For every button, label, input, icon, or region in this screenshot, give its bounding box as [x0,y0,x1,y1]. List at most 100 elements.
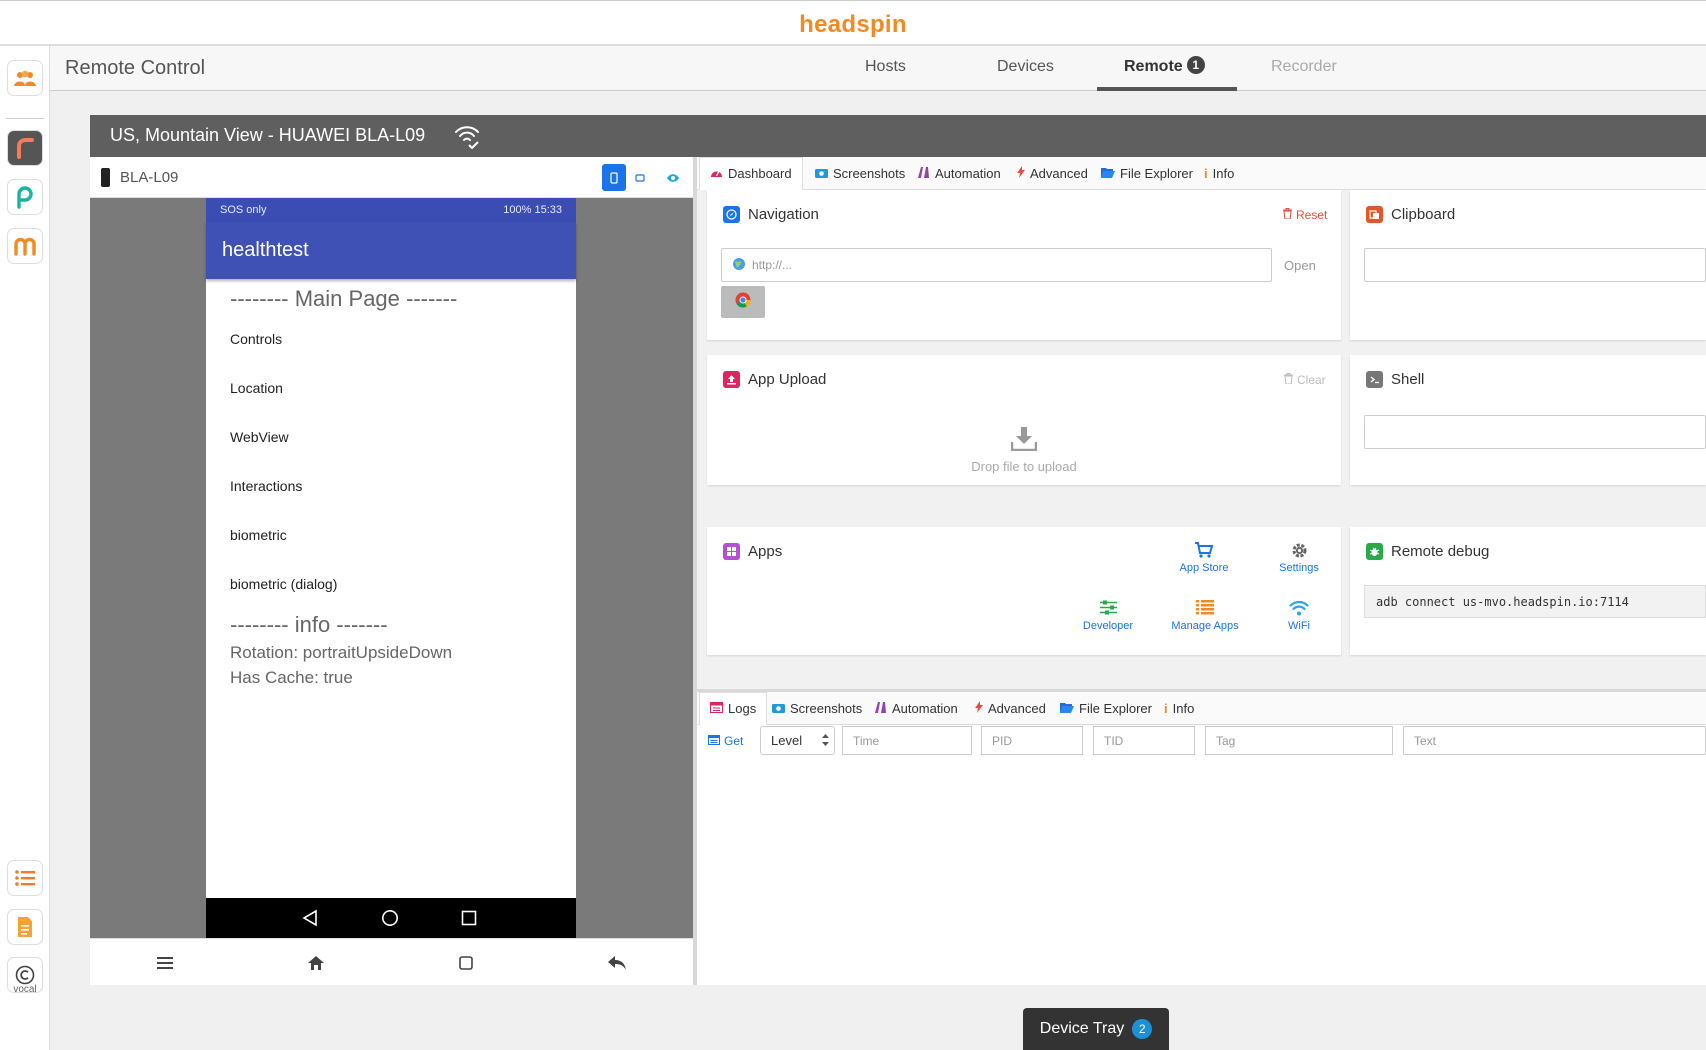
app-store-shortcut[interactable]: App Store [1159,542,1249,574]
log-camera-icon [772,701,785,716]
level-value: Level [771,733,803,748]
tab-dashboard[interactable]: Dashboard [699,157,803,190]
back-icon[interactable] [605,952,629,974]
settings-shortcut[interactable]: Settings [1254,542,1344,574]
tab-screenshots[interactable]: Screenshots [805,157,915,190]
time-filter-input[interactable]: Time [842,726,972,755]
tools-area: Dashboard Screenshots Automation Advance… [697,157,1706,985]
phone-app-title: healthtest [222,239,309,261]
bolt-icon [1017,166,1025,181]
cart-icon [1159,542,1249,560]
dashboard-tabs: Dashboard Screenshots Automation Advance… [697,157,1706,190]
clear-button[interactable]: Clear [1284,373,1326,387]
log-tab-info[interactable]: i Info [1154,692,1204,725]
select-arrows-icon [822,733,829,750]
phone-app-bar: healthtest [206,222,576,279]
tab-info[interactable]: i Info [1194,157,1244,190]
device-toolbar: BLA-L09 [90,157,693,198]
pid-filter-input[interactable]: PID [981,726,1083,755]
clipboard-input[interactable] [1364,248,1706,282]
url-placeholder: http://... [752,258,793,272]
manage-apps-shortcut[interactable]: Manage Apps [1160,600,1250,632]
reset-button[interactable]: Reset [1283,208,1327,222]
menu-icon[interactable] [153,952,177,974]
tab-logs[interactable]: Logs [699,692,768,725]
team-icon[interactable] [7,60,43,96]
log-automation-icon [874,701,887,716]
remote-count-badge: 1 [1186,56,1205,74]
eye-icon[interactable] [661,164,685,191]
menu-item-webview[interactable]: WebView [230,429,289,445]
device-screen[interactable]: SOS only 100% 15:33 healthtest -------- … [206,198,576,938]
developer-shortcut[interactable]: Developer [1063,600,1153,632]
menu-item-biometric-dialog[interactable]: biometric (dialog) [230,576,337,592]
wifi-shortcut[interactable]: WiFi [1254,600,1344,632]
menu-item-location[interactable]: Location [230,380,283,396]
chrome-button[interactable] [721,286,765,318]
shell-input[interactable] [1364,415,1706,449]
home-circle-icon[interactable] [381,909,399,932]
tab-automation[interactable]: Automation [907,157,1011,190]
log-bolt-icon [975,701,983,716]
home-icon[interactable] [304,952,328,974]
text-filter-input[interactable]: Text [1403,726,1706,755]
log-tab-file-explorer-label: File Explorer [1079,701,1152,716]
metrics-app-icon[interactable] [7,228,43,264]
landscape-view-button[interactable] [628,164,652,191]
status-right: 100% 15:33 [503,204,562,216]
overview-icon[interactable] [454,952,478,974]
navigation-title-label: Navigation [748,206,819,223]
tab-devices[interactable]: Devices [997,58,1054,76]
tab-advanced-label: Advanced [1030,166,1088,181]
performance-app-icon[interactable] [7,179,43,215]
tab-dashboard-label: Dashboard [728,166,792,181]
log-tab-automation[interactable]: Automation [864,692,968,725]
tab-file-explorer[interactable]: File Explorer [1091,157,1203,190]
clipboard-icon [1366,206,1383,223]
reset-label: Reset [1296,208,1328,222]
menu-item-biometric[interactable]: biometric [230,527,287,543]
menu-item-controls[interactable]: Controls [230,331,282,347]
get-logs-icon [708,734,720,748]
open-button[interactable]: Open [1284,258,1316,273]
get-logs-button[interactable]: Get [708,734,743,748]
shell-card: Shell [1350,355,1706,485]
apps-title: Apps [723,543,782,560]
back-triangle-icon[interactable] [302,909,318,932]
list-icon[interactable] [7,860,43,896]
drop-zone-label[interactable]: Drop file to upload [707,459,1341,474]
remote-app-icon[interactable] [7,130,43,166]
url-input[interactable]: http://... [721,248,1272,282]
portrait-view-button[interactable] [602,164,626,191]
remote-debug-title-label: Remote debug [1391,543,1490,560]
document-icon[interactable] [7,909,43,945]
rail-separator [6,118,44,119]
log-tab-file-explorer[interactable]: File Explorer [1050,692,1162,725]
log-tab-screenshots[interactable]: Screenshots [762,692,872,725]
wifi-label: WiFi [1288,620,1310,632]
phone-nav-bar [206,898,576,938]
log-folder-icon [1060,701,1074,716]
level-select[interactable]: Level [760,726,835,755]
settings-label: Settings [1279,562,1319,574]
app-upload-title-label: App Upload [748,371,827,388]
remote-debug-card: Remote debug adb connect us-mvo.headspin… [1350,527,1706,655]
tab-hosts[interactable]: Hosts [865,58,906,76]
menu-item-interactions[interactable]: Interactions [230,478,302,494]
camera-icon [815,166,828,181]
tab-advanced[interactable]: Advanced [1007,157,1098,190]
log-tab-advanced[interactable]: Advanced [965,692,1056,725]
device-tray-button[interactable]: Device Tray 2 [1023,1008,1169,1050]
tab-remote[interactable]: Remote 1 [1124,56,1205,76]
tag-filter-input[interactable]: Tag [1205,726,1393,755]
status-left: SOS only [220,204,267,216]
gear-icon [1254,542,1344,560]
adb-command[interactable]: adb connect us-mvo.headspin.io:7114 [1364,585,1706,618]
rotation-text: Rotation: portraitUpsideDown [230,643,453,662]
tab-recorder[interactable]: Recorder [1271,58,1337,76]
tid-filter-input[interactable]: TID [1093,726,1195,755]
recents-square-icon[interactable] [461,910,477,931]
active-tab-indicator [1097,87,1237,91]
app-upload-title: App Upload [723,371,826,388]
shell-title: Shell [1366,371,1424,388]
